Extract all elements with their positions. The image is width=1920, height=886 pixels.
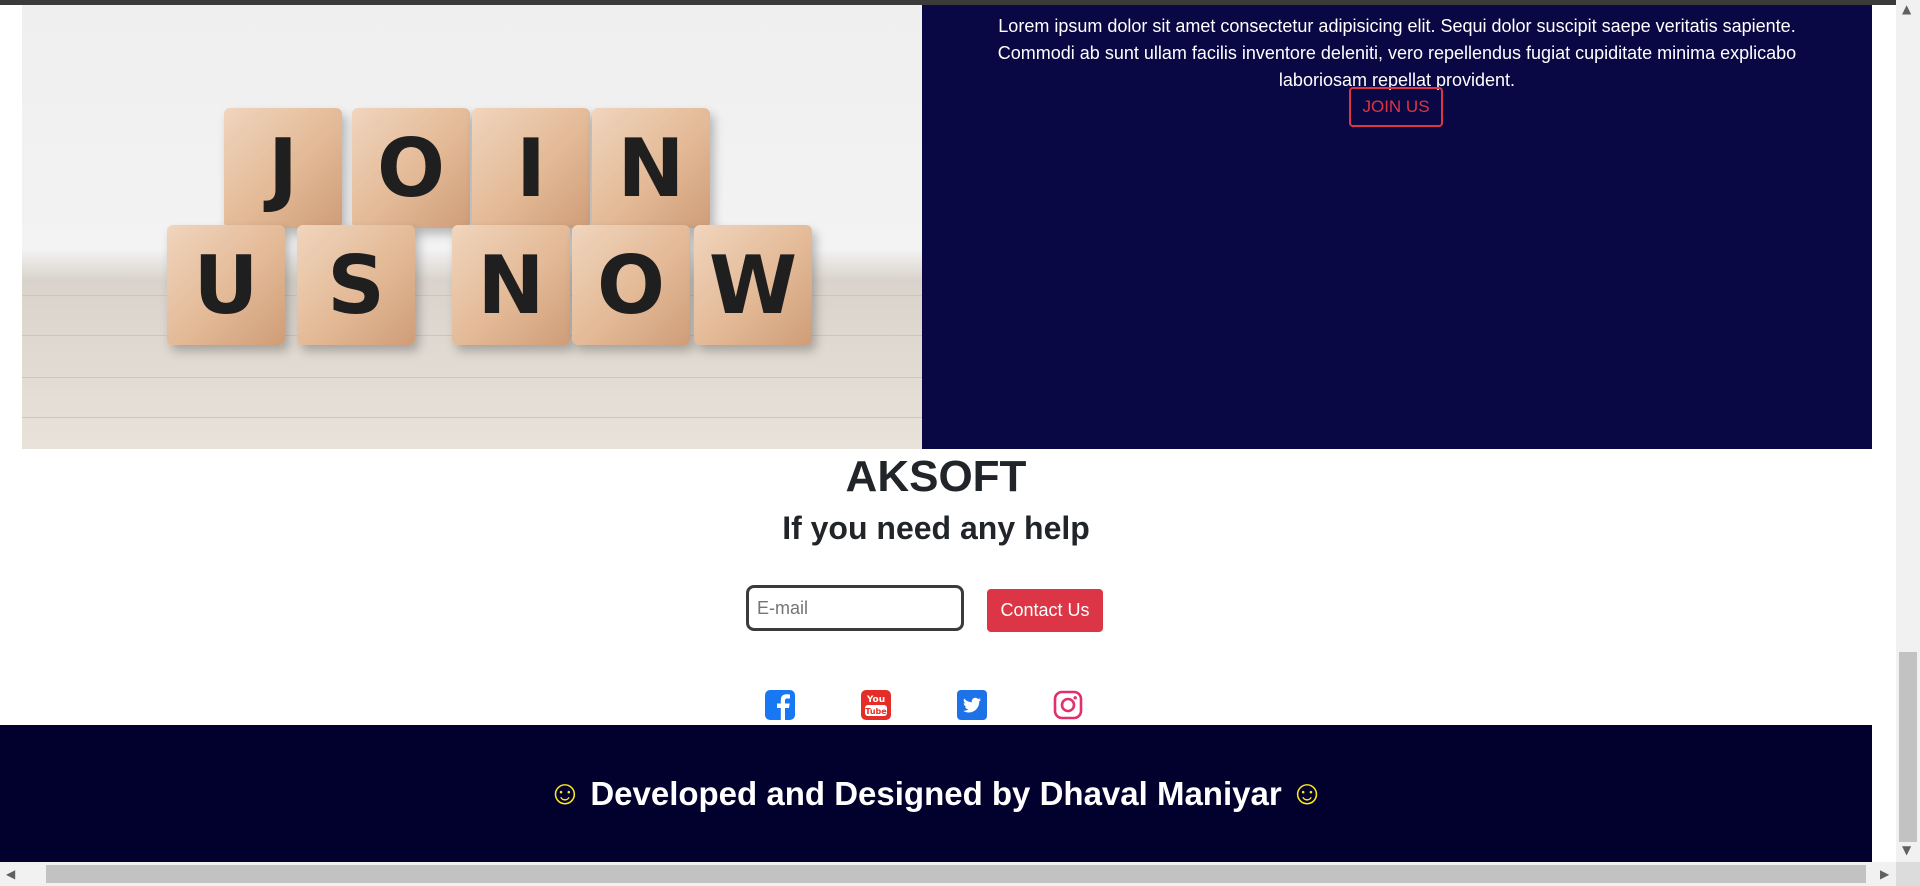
- youtube-icon[interactable]: You Tube: [860, 689, 892, 721]
- footer: ☺ Developed and Designed by Dhaval Maniy…: [0, 725, 1872, 862]
- join-us-now-image: J O I N U S N O W: [22, 5, 922, 449]
- footer-credit: Developed and Designed by Dhaval Maniyar: [590, 774, 1282, 812]
- vertical-scrollbar-thumb[interactable]: [1899, 652, 1917, 842]
- scrollbar-corner: [1896, 862, 1920, 886]
- smiley-icon: ☺: [1289, 774, 1325, 812]
- scroll-right-arrow-icon[interactable]: ▶: [1880, 867, 1889, 881]
- help-heading: If you need any help: [782, 510, 1090, 546]
- scroll-up-arrow-icon[interactable]: ▲: [1902, 2, 1911, 16]
- smiley-icon: ☺: [547, 774, 583, 812]
- facebook-icon[interactable]: [764, 689, 796, 721]
- letter-block: J: [224, 108, 342, 228]
- letter-block: N: [452, 225, 570, 345]
- svg-text:Tube: Tube: [865, 707, 887, 716]
- letter-block: U: [167, 225, 285, 345]
- twitter-icon[interactable]: [956, 689, 988, 721]
- scroll-down-arrow-icon[interactable]: ▼: [1902, 843, 1911, 857]
- instagram-icon[interactable]: [1052, 689, 1084, 721]
- join-us-button[interactable]: JOIN US: [1349, 87, 1443, 127]
- letter-block: S: [297, 225, 415, 345]
- scroll-left-arrow-icon[interactable]: ◀: [6, 867, 15, 881]
- letter-block: O: [352, 108, 470, 228]
- join-panel: Lorem ipsum dolor sit amet consectetur a…: [922, 5, 1872, 449]
- table-plank-line: [22, 377, 922, 378]
- svg-text:You: You: [866, 695, 885, 705]
- join-paragraph: Lorem ipsum dolor sit amet consectetur a…: [997, 16, 1797, 90]
- email-input[interactable]: [746, 585, 964, 631]
- contact-us-button[interactable]: Contact Us: [987, 589, 1103, 632]
- letter-block: W: [694, 225, 812, 345]
- letter-block: O: [572, 225, 690, 345]
- table-plank-line: [22, 417, 922, 418]
- letter-block: I: [472, 108, 590, 228]
- brand-title: AKSOFT: [845, 452, 1027, 501]
- letter-block: N: [592, 108, 710, 228]
- horizontal-scrollbar-thumb[interactable]: [46, 865, 1866, 883]
